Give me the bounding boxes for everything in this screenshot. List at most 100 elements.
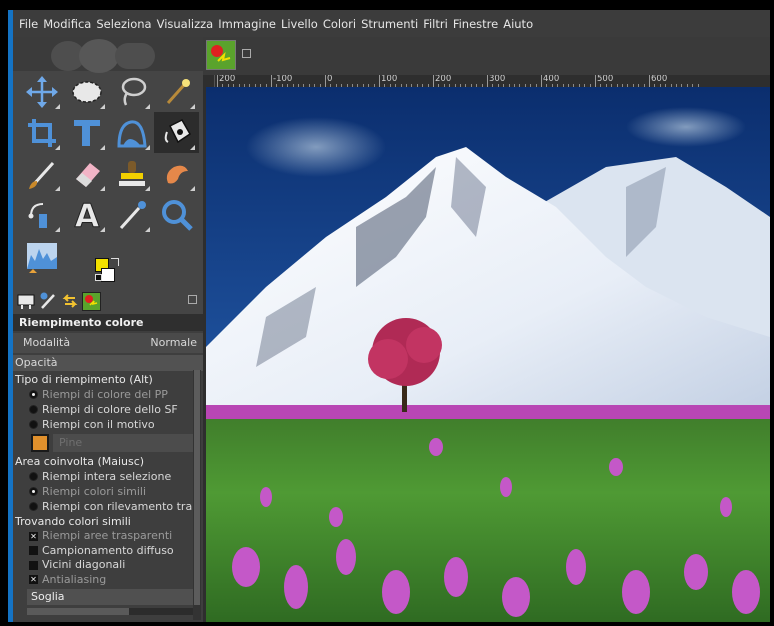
- menu-livello[interactable]: Livello: [281, 17, 318, 31]
- threshold-slider[interactable]: Soglia: [27, 589, 197, 605]
- unified-transform-tool[interactable]: [64, 112, 109, 153]
- diagonal-neighbors-checkbox[interactable]: Vicini diagonali: [13, 558, 203, 573]
- ruler-major-tick: [595, 75, 596, 87]
- dock-menu-icon[interactable]: [188, 295, 197, 304]
- ruler-label: 400: [543, 75, 560, 84]
- pattern-selector: Pine: [13, 432, 203, 454]
- clone-tool[interactable]: [109, 153, 154, 194]
- fill-type-bg-radio[interactable]: Riempi di colore dello SF: [13, 402, 203, 417]
- area-line-art-radio[interactable]: Riempi con rilevamento tra: [13, 499, 203, 514]
- clone-stamp-icon: [118, 160, 145, 186]
- menu-visualizza[interactable]: Visualizza: [157, 17, 214, 31]
- fuzzy-select-tool[interactable]: [154, 71, 199, 112]
- ruler-label: 200: [435, 75, 452, 84]
- checkbox-label: Vicini diagonali: [42, 558, 126, 571]
- close-tab-icon[interactable]: [242, 49, 251, 58]
- ruler-corner-icon[interactable]: [203, 75, 215, 87]
- menu-seleziona[interactable]: Seleziona: [96, 17, 151, 31]
- menu-strumenti[interactable]: Strumenti: [361, 17, 418, 31]
- ruler-major-tick: [217, 75, 218, 87]
- warp-transform-tool[interactable]: [109, 112, 154, 153]
- checkbox-box: [29, 560, 38, 570]
- paintbrush-icon: [28, 161, 54, 189]
- horizontal-ruler[interactable]: 200 -100 0 100 200 300 400 500 600: [215, 75, 770, 87]
- scrollbar-thumb[interactable]: [27, 608, 129, 615]
- lasso-icon: [121, 77, 146, 106]
- ellipse-select-icon: [71, 80, 102, 103]
- image-window: 200 -100 0 100 200 300 400 500 600: [203, 37, 770, 622]
- ruler-label: -100: [273, 75, 293, 84]
- background-color[interactable]: [101, 268, 115, 282]
- menu-immagine[interactable]: Immagine: [218, 17, 276, 31]
- tab-tool-options[interactable]: [16, 292, 35, 311]
- undo-history-icon: [62, 294, 77, 308]
- tool-options-icon: [17, 294, 34, 309]
- ruler-label: 600: [651, 75, 668, 84]
- ruler-major-tick: [487, 75, 488, 87]
- paintbrush-tool[interactable]: [19, 153, 64, 194]
- tab-undo-history[interactable]: [60, 292, 79, 311]
- images-icon: [85, 294, 98, 306]
- magic-wand-icon: [166, 78, 190, 104]
- wilber-drop-area[interactable]: [13, 37, 203, 73]
- radio-label: Riempi di colore dello SF: [42, 403, 178, 416]
- opacity-slider[interactable]: Opacità: [13, 355, 203, 371]
- levels-icon: [26, 242, 57, 273]
- zoom-icon: [161, 199, 193, 231]
- checkbox-box: [29, 546, 38, 556]
- radio-dot: [29, 405, 38, 414]
- menu-file[interactable]: File: [19, 17, 38, 31]
- move-tool[interactable]: [19, 71, 64, 112]
- antialiasing-checkbox[interactable]: ✕ Antialiasing: [13, 573, 203, 588]
- menu-filtri[interactable]: Filtri: [423, 17, 448, 31]
- text-icon: A: [74, 198, 100, 232]
- paths-tool[interactable]: [19, 194, 64, 235]
- free-select-tool[interactable]: [109, 71, 154, 112]
- ruler-major-tick: [271, 75, 272, 87]
- checkbox-label: Riempi aree trasparenti: [42, 529, 173, 542]
- checkbox-label: Campionamento diffuso: [42, 543, 174, 557]
- radio-label: Riempi con rilevamento tra: [42, 500, 193, 513]
- radio-dot: [29, 487, 38, 496]
- menu-colori[interactable]: Colori: [323, 17, 356, 31]
- image-tab-bar: [203, 37, 770, 75]
- tab-images[interactable]: [82, 291, 101, 311]
- image-tab-thumbnail[interactable]: [206, 40, 236, 70]
- swap-colors-icon[interactable]: [111, 258, 119, 266]
- tab-device-status[interactable]: [38, 292, 57, 311]
- fill-type-fg-radio[interactable]: Riempi di colore del PP: [13, 387, 203, 402]
- zoom-tool[interactable]: [154, 194, 199, 235]
- menu-aiuto[interactable]: Aiuto: [503, 17, 533, 31]
- eraser-tool[interactable]: [64, 153, 109, 194]
- menu-finestre[interactable]: Finestre: [453, 17, 498, 31]
- text-tool[interactable]: A: [64, 194, 109, 235]
- smudge-tool[interactable]: [154, 153, 199, 194]
- ruler-label: 0: [327, 75, 333, 84]
- area-similar-colors-radio[interactable]: Riempi colori simili: [13, 484, 203, 499]
- tool-options-panel: Riempimento colore Modalità Normale Opac…: [13, 314, 203, 622]
- radio-dot: [29, 420, 38, 429]
- default-colors-icon[interactable]: [95, 274, 102, 281]
- transform-icon: [73, 119, 100, 146]
- scrollbar-thumb[interactable]: [194, 370, 200, 605]
- paths-icon: [28, 202, 47, 228]
- mode-value: Normale: [150, 336, 197, 349]
- area-whole-selection-radio[interactable]: Riempi intera selezione: [13, 469, 203, 484]
- crop-tool[interactable]: [19, 112, 64, 153]
- fill-type-pattern-radio[interactable]: Riempi con il motivo: [13, 417, 203, 432]
- bucket-fill-tool[interactable]: [154, 112, 199, 153]
- options-scrollbar[interactable]: [193, 370, 201, 620]
- ellipse-select-tool[interactable]: [64, 71, 109, 112]
- sample-merged-checkbox[interactable]: Campionamento diffuso: [13, 544, 203, 559]
- color-picker-tool[interactable]: [109, 194, 154, 235]
- levels-tool[interactable]: [19, 235, 64, 276]
- ruler-major-tick: [541, 75, 542, 87]
- checkbox-box: ✕: [29, 531, 38, 541]
- image-thumbnail-icon: [211, 45, 231, 62]
- mode-selector[interactable]: Modalità Normale: [13, 333, 203, 353]
- fill-transparent-checkbox[interactable]: ✕ Riempi aree trasparenti: [13, 529, 203, 544]
- menu-modifica[interactable]: Modifica: [43, 17, 91, 31]
- horizontal-scrollbar[interactable]: [27, 608, 197, 615]
- pattern-swatch[interactable]: [31, 434, 49, 452]
- image-canvas[interactable]: [206, 87, 770, 622]
